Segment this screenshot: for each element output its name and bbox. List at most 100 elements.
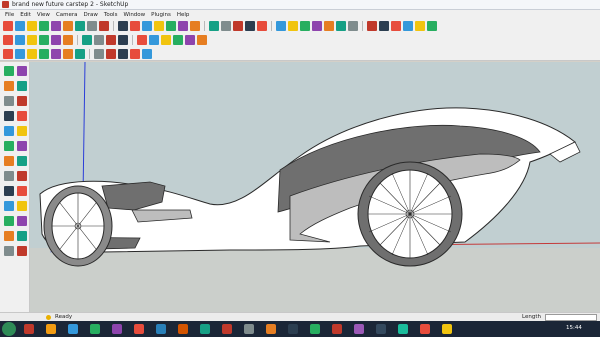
- push-pull-icon[interactable]: [17, 126, 27, 136]
- section-plane-icon[interactable]: [403, 21, 413, 31]
- textured-icon[interactable]: [185, 35, 195, 45]
- shadows-icon[interactable]: [94, 35, 104, 45]
- back-view-icon[interactable]: [51, 48, 61, 59]
- position-camera-icon[interactable]: [367, 21, 377, 31]
- scene-canvas[interactable]: [30, 62, 600, 312]
- layers-panel-icon[interactable]: [118, 48, 128, 59]
- scale-icon[interactable]: [178, 21, 188, 31]
- menu-draw[interactable]: Draw: [84, 12, 98, 18]
- pencil-icon[interactable]: [4, 81, 14, 91]
- menu-plugins[interactable]: Plugins: [151, 12, 171, 18]
- bottom-view-icon[interactable]: [75, 48, 85, 59]
- taskbar-app-icon[interactable]: [200, 324, 210, 334]
- menu-file[interactable]: File: [5, 12, 14, 18]
- protractor-icon[interactable]: [17, 186, 27, 196]
- right-view-icon[interactable]: [39, 48, 49, 59]
- group-icon[interactable]: [15, 35, 25, 45]
- zoom-icon[interactable]: [17, 231, 27, 241]
- offset-icon[interactable]: [142, 21, 152, 31]
- freehand-icon[interactable]: [99, 21, 109, 31]
- taskbar-app-icon[interactable]: [134, 324, 144, 334]
- dimension-icon[interactable]: [4, 186, 14, 196]
- menu-window[interactable]: Window: [123, 12, 145, 18]
- taskbar-app-icon[interactable]: [398, 324, 408, 334]
- taskbar-app-icon[interactable]: [156, 324, 166, 334]
- photo-icon[interactable]: [142, 48, 152, 59]
- protractor-icon[interactable]: [221, 21, 231, 31]
- arc-icon[interactable]: [4, 111, 14, 121]
- walk-icon[interactable]: [379, 21, 389, 31]
- taskbar-app-icon[interactable]: [178, 324, 188, 334]
- circle-icon[interactable]: [17, 96, 27, 106]
- materials-icon[interactable]: [27, 35, 37, 45]
- arc-icon[interactable]: [75, 21, 85, 31]
- system-clock[interactable]: 15:44: [566, 325, 582, 331]
- zoom-icon[interactable]: [300, 21, 310, 31]
- taskbar-app-icon[interactable]: [332, 324, 342, 334]
- rectangle-icon[interactable]: [4, 96, 14, 106]
- taskbar-app-icon[interactable]: [310, 324, 320, 334]
- menu-help[interactable]: Help: [177, 12, 190, 18]
- 3d-text-icon[interactable]: [257, 21, 267, 31]
- select-icon[interactable]: [4, 66, 14, 76]
- text-icon[interactable]: [233, 21, 243, 31]
- dimension-icon[interactable]: [209, 21, 219, 31]
- shaded-icon[interactable]: [173, 35, 183, 45]
- zoom-window-icon[interactable]: [4, 246, 14, 256]
- taskbar-app-icon[interactable]: [288, 324, 298, 334]
- taskbar-app-icon[interactable]: [376, 324, 386, 334]
- move-icon[interactable]: [154, 21, 164, 31]
- menu-tools[interactable]: Tools: [104, 12, 118, 18]
- taskbar-app-icon[interactable]: [420, 324, 430, 334]
- orbit-icon[interactable]: [17, 216, 27, 226]
- back-edges-icon[interactable]: [137, 35, 147, 45]
- styles-icon[interactable]: [82, 35, 92, 45]
- fog-icon[interactable]: [106, 35, 116, 45]
- move-icon[interactable]: [4, 156, 14, 166]
- line-icon[interactable]: [39, 21, 49, 31]
- pan-icon[interactable]: [4, 231, 14, 241]
- pan-icon[interactable]: [288, 21, 298, 31]
- previous-view-icon[interactable]: [336, 21, 346, 31]
- menu-view[interactable]: View: [37, 12, 50, 18]
- line-icon[interactable]: [17, 81, 27, 91]
- taskbar-app-icon[interactable]: [266, 324, 276, 334]
- hidden-line-icon[interactable]: [161, 35, 171, 45]
- offset-icon[interactable]: [17, 141, 27, 151]
- share-model-icon[interactable]: [427, 21, 437, 31]
- tape-measure-icon[interactable]: [17, 171, 27, 181]
- start-button[interactable]: [2, 322, 16, 336]
- look-around-icon[interactable]: [391, 21, 401, 31]
- pencil-icon[interactable]: [27, 21, 37, 31]
- layers-icon[interactable]: [39, 35, 49, 45]
- follow-me-icon[interactable]: [4, 141, 14, 151]
- taskbar-app-icon[interactable]: [90, 324, 100, 334]
- eraser-icon[interactable]: [17, 66, 27, 76]
- menu-camera[interactable]: Camera: [56, 12, 78, 18]
- axes-icon[interactable]: [17, 201, 27, 211]
- follow-me-icon[interactable]: [130, 21, 140, 31]
- text-icon[interactable]: [4, 201, 14, 211]
- taskbar-app-icon[interactable]: [24, 324, 34, 334]
- rectangle-icon[interactable]: [51, 21, 61, 31]
- taskbar-app-icon[interactable]: [442, 324, 452, 334]
- taskbar-app-icon[interactable]: [244, 324, 254, 334]
- freehand-icon[interactable]: [4, 126, 14, 136]
- flag-icon[interactable]: [106, 48, 116, 59]
- eraser-icon[interactable]: [15, 21, 25, 31]
- get-models-icon[interactable]: [415, 21, 425, 31]
- taskbar-app-icon[interactable]: [354, 324, 364, 334]
- drawing-viewport[interactable]: [30, 62, 600, 312]
- taskbar-app-icon[interactable]: [46, 324, 56, 334]
- monochrome-icon[interactable]: [197, 35, 207, 45]
- axes-icon[interactable]: [245, 21, 255, 31]
- wireframe-icon[interactable]: [149, 35, 159, 45]
- zoom-extents-icon[interactable]: [17, 246, 27, 256]
- top-view-icon[interactable]: [15, 48, 25, 59]
- rotate-icon[interactable]: [17, 156, 27, 166]
- zoom-extents-icon[interactable]: [324, 21, 334, 31]
- orbit-icon[interactable]: [276, 21, 286, 31]
- polygon-icon[interactable]: [17, 111, 27, 121]
- menu-edit[interactable]: Edit: [20, 12, 31, 18]
- circle-icon[interactable]: [63, 21, 73, 31]
